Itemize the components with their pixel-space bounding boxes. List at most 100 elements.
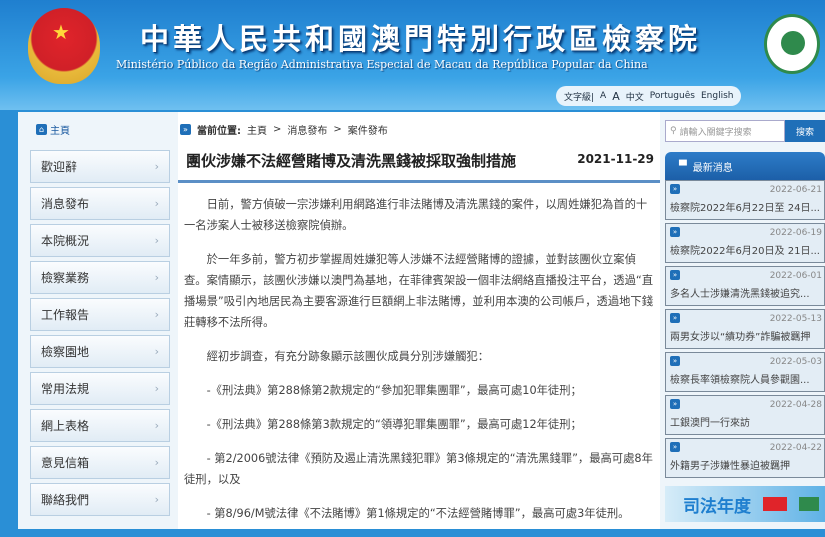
language-bar: 文字級| A A 中文 Português English	[556, 86, 742, 106]
news-date: 2022-04-28	[769, 400, 822, 410]
chevron-right-icon: ›	[154, 308, 159, 321]
sidebar-item[interactable]: 本院概況 ›	[30, 224, 170, 257]
chevron-right-icon: ›	[154, 345, 159, 358]
home-link[interactable]: ⌂ 主頁	[36, 122, 70, 137]
sidebar-item[interactable]: 網上表格 ›	[30, 409, 170, 442]
chevron-right-icon: ›	[154, 493, 159, 506]
news-title[interactable]: 檢察院2022年6月20日及 21日...	[670, 242, 820, 257]
national-emblem-icon	[28, 8, 100, 84]
news-header: ▀ 最新消息	[665, 152, 825, 180]
font-large-button[interactable]: A	[612, 90, 620, 103]
judicial-year-banner[interactable]: 司法年度	[665, 486, 825, 522]
news-title[interactable]: 檢察院2022年6月22日至 24日...	[670, 199, 820, 214]
news-title[interactable]: 檢察長率領檢察院人員參觀園...	[670, 371, 820, 386]
sidebar-item[interactable]: 工作報告 ›	[30, 298, 170, 331]
breadcrumb-separator: >	[273, 124, 282, 135]
home-label: 主頁	[50, 126, 70, 137]
article-area: » 當前位置: 主頁 > 消息發布 > 案件發布 團伙涉嫌不法經營賭博及清洗黑錢…	[178, 112, 660, 529]
news-date: 2022-06-19	[769, 228, 822, 238]
home-icon: ⌂	[36, 124, 47, 135]
chevron-right-icon: ›	[154, 456, 159, 469]
news-item[interactable]: » 2022-04-28 工銀澳門一行來訪	[665, 395, 825, 435]
news-title[interactable]: 工銀澳門一行來訪	[670, 414, 820, 429]
paragraph: -《刑法典》第288條第3款規定的“領導犯罪集團罪”，最高可處12年徒刑；	[206, 418, 582, 431]
news-header-label: 最新消息	[692, 162, 733, 174]
sidebar-label: 檢察園地	[41, 345, 90, 359]
arrow-icon: »	[670, 270, 680, 280]
sidebar-label: 意見信箱	[41, 456, 90, 470]
font-small-button[interactable]: A	[600, 91, 606, 101]
arrow-icon: »	[670, 184, 680, 194]
sidebar: 歡迎辭 › 消息發布 › 本院概況 › 檢察業務 › 工作報告 › 檢察園地 › 常用法規 ›…	[30, 150, 170, 520]
news-title[interactable]: 多名人士涉嫌清洗黑錢被追究...	[670, 285, 820, 300]
arrow-icon: »	[670, 399, 680, 409]
news-item[interactable]: » 2022-05-03 檢察長率領檢察院人員參觀園...	[665, 352, 825, 392]
macau-emblem-icon	[764, 14, 820, 74]
paragraph: -《刑法典》第288條第2款規定的“參加犯罪集團罪”，最高可處10年徒刑；	[206, 384, 582, 397]
news-item[interactable]: » 2022-06-19 檢察院2022年6月20日及 21日...	[665, 223, 825, 263]
sidebar-label: 聯絡我們	[41, 493, 90, 507]
breadcrumb-label: 當前位置:	[197, 126, 241, 137]
news-date: 2022-05-03	[769, 357, 822, 367]
news-date: 2022-04-22	[769, 443, 822, 453]
sidebar-label: 常用法規	[41, 382, 90, 396]
macau-flag-icon	[799, 497, 819, 511]
chevron-right-icon: ›	[154, 271, 159, 284]
search-placeholder: 請輸入關鍵字搜索	[679, 127, 752, 138]
lang-chinese[interactable]: 中文	[626, 90, 644, 103]
right-column: ⚲ 請輸入關鍵字搜索 搜索 ▀ 最新消息 » 2022-06-21 檢察院2022年6月…	[665, 120, 825, 522]
breadcrumb-separator: >	[333, 124, 342, 135]
sidebar-item[interactable]: 常用法規 ›	[30, 372, 170, 405]
news-title[interactable]: 外籍男子涉嫌性暴迫被羈押	[670, 457, 820, 472]
article-date: 2021-11-29	[577, 152, 654, 166]
arrow-icon: »	[670, 313, 680, 323]
lang-portuguese[interactable]: Português	[650, 91, 695, 101]
chevron-right-icon: ›	[154, 382, 159, 395]
news-item[interactable]: » 2022-06-21 檢察院2022年6月22日至 24日...	[665, 180, 825, 220]
arrow-icon: »	[670, 442, 680, 452]
breadcrumb-home[interactable]: 主頁	[247, 122, 267, 137]
news-date: 2022-06-01	[769, 271, 822, 281]
search-button[interactable]: 搜索	[785, 120, 825, 142]
breadcrumb-news[interactable]: 消息發布	[287, 122, 327, 137]
site-header: 中華人民共和國澳門特別行政區檢察院 Ministério Público da …	[0, 0, 825, 110]
paragraph: 經初步調查，有充分跡象顯示該團伙成員分別涉嫌觸犯：	[206, 350, 490, 363]
font-size-label: 文字級|	[564, 92, 595, 103]
paragraph: - 第2/2006號法律《預防及遏止清洗黑錢犯罪》第3條規定的“清洗黑錢罪”，最…	[184, 452, 653, 486]
sidebar-item[interactable]: 意見信箱 ›	[30, 446, 170, 479]
chevron-right-icon: ›	[154, 234, 159, 247]
sidebar-item[interactable]: 聯絡我們 ›	[30, 483, 170, 516]
sidebar-label: 歡迎辭	[41, 160, 78, 174]
china-flag-icon	[763, 497, 787, 511]
site-title: 中華人民共和國澳門特別行政區檢察院	[140, 22, 702, 56]
sidebar-item[interactable]: 檢察園地 ›	[30, 335, 170, 368]
sidebar-label: 消息發布	[41, 197, 90, 211]
news-item[interactable]: » 2022-04-22 外籍男子涉嫌性暴迫被羈押	[665, 438, 825, 478]
breadcrumb-cases[interactable]: 案件發布	[348, 122, 388, 137]
search-icon: ⚲	[670, 126, 677, 136]
sidebar-item[interactable]: 檢察業務 ›	[30, 261, 170, 294]
news-date: 2022-06-21	[769, 185, 822, 195]
site-subtitle: Ministério Público da Região Administrat…	[116, 58, 648, 71]
paragraph: - 第8/96/M號法律《不法賭博》第1條規定的“不法經營賭博罪”，最高可處3年…	[206, 507, 630, 520]
article-body: 日前，警方偵破一宗涉嫌利用網路進行非法賭博及清洗黑錢的案件，以周姓嫌犯為首的十一…	[184, 194, 654, 537]
article-title: 團伙涉嫌不法經營賭博及清洗黑錢被採取強制措施	[186, 152, 517, 170]
sidebar-item[interactable]: 歡迎辭 ›	[30, 150, 170, 183]
arrow-icon: »	[670, 227, 680, 237]
news-item[interactable]: » 2022-06-01 多名人士涉嫌清洗黑錢被追究...	[665, 266, 825, 306]
banner-label: 司法年度	[683, 496, 751, 517]
search-input[interactable]: ⚲ 請輸入關鍵字搜索	[665, 120, 785, 142]
lang-english[interactable]: English	[701, 91, 734, 101]
arrow-icon: »	[670, 356, 680, 366]
news-date: 2022-05-13	[769, 314, 822, 324]
message-icon: ▀	[679, 160, 687, 172]
news-item[interactable]: » 2022-05-13 兩男女涉以“績功券”詐騙被羈押	[665, 309, 825, 349]
breadcrumb: » 當前位置: 主頁 > 消息發布 > 案件發布	[180, 122, 388, 137]
sidebar-label: 檢察業務	[41, 271, 90, 285]
arrow-icon: »	[180, 124, 191, 135]
title-divider	[178, 180, 660, 183]
sidebar-label: 工作報告	[41, 308, 90, 322]
news-title[interactable]: 兩男女涉以“績功券”詐騙被羈押	[670, 328, 820, 343]
sidebar-item[interactable]: 消息發布 ›	[30, 187, 170, 220]
chevron-right-icon: ›	[154, 419, 159, 432]
